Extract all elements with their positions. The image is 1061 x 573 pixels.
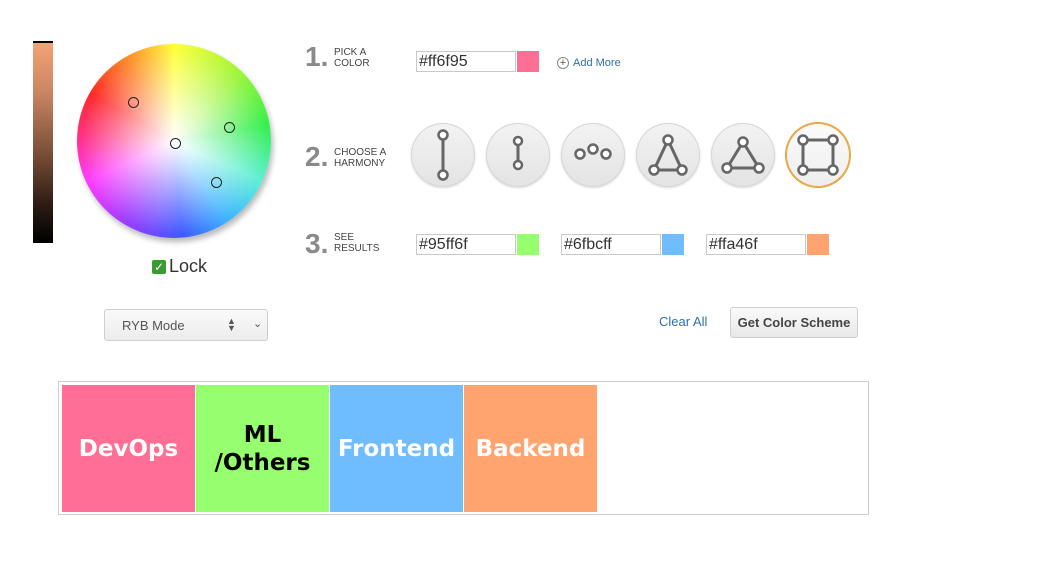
step-1-label: PICK A COLOR xyxy=(334,47,370,69)
wheel-marker-2[interactable] xyxy=(224,122,235,133)
brightness-slider[interactable] xyxy=(33,41,53,243)
plus-icon: + xyxy=(557,57,569,69)
result-color-input-2[interactable] xyxy=(561,234,661,255)
chevron-down-icon: ⌄ xyxy=(253,318,263,330)
lock-checkbox[interactable]: ✓ Lock xyxy=(152,256,207,277)
color-wheel[interactable] xyxy=(77,44,271,238)
result-color-swatch-1[interactable] xyxy=(517,234,539,255)
harmony-triad-button[interactable] xyxy=(636,123,700,187)
triangle-icon xyxy=(721,136,765,174)
add-more-link[interactable]: + Add More xyxy=(557,57,621,69)
step-3-label: SEE RESULTS xyxy=(334,232,380,254)
step-2-number: 2. xyxy=(305,141,329,172)
split-icon xyxy=(512,135,524,171)
palette-tile-devops: DevOps xyxy=(62,385,195,512)
harmony-complementary-button[interactable] xyxy=(411,123,475,187)
triad-icon xyxy=(648,134,688,176)
result-color-swatch-3[interactable] xyxy=(807,234,829,255)
mode-select[interactable]: RYB Mode ▲ ▼ ⌄ xyxy=(104,309,268,341)
lock-label: Lock xyxy=(169,256,208,276)
palette-tile-backend: Backend xyxy=(464,385,597,512)
harmony-split-button[interactable] xyxy=(486,123,550,187)
harmony-square-button[interactable] xyxy=(786,123,850,187)
palette-tile-frontend: Frontend xyxy=(330,385,463,512)
updown-icon: ▲ ▼ xyxy=(227,316,236,333)
wheel-marker-primary[interactable] xyxy=(128,97,139,108)
step-1-number: 1. xyxy=(305,41,329,72)
pick-color-input[interactable] xyxy=(416,51,516,72)
wheel-marker-3[interactable] xyxy=(211,177,222,188)
step-2-label: CHOOSE A HARMONY xyxy=(334,147,387,169)
get-color-scheme-button[interactable]: Get Color Scheme xyxy=(730,307,858,338)
step-3-number: 3. xyxy=(305,228,329,259)
palette-preview: DevOps ML /Others Frontend Backend xyxy=(58,381,869,515)
square-icon xyxy=(797,134,839,176)
result-color-input-1[interactable] xyxy=(416,234,516,255)
palette-tile-ml-others: ML /Others xyxy=(196,385,329,512)
harmony-analogous-button[interactable] xyxy=(561,123,625,187)
analogous-icon xyxy=(574,143,612,160)
result-color-input-3[interactable] xyxy=(706,234,806,255)
harmony-triangle-button[interactable] xyxy=(711,123,775,187)
wheel-marker-center[interactable] xyxy=(170,138,181,149)
clear-all-link[interactable]: Clear All xyxy=(659,314,707,329)
complementary-icon xyxy=(437,129,449,181)
mode-select-value: RYB Mode xyxy=(122,317,185,333)
checkmark-icon[interactable]: ✓ xyxy=(152,259,166,274)
pick-color-swatch[interactable] xyxy=(517,51,539,72)
result-color-swatch-2[interactable] xyxy=(662,234,684,255)
